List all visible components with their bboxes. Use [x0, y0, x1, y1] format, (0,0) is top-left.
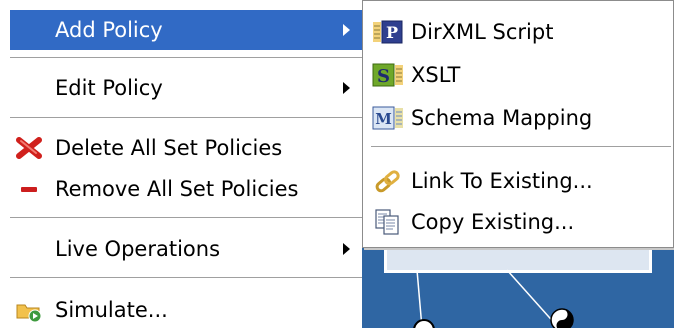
submenu-item-label: Schema Mapping	[411, 106, 593, 130]
menu-item-label: Delete All Set Policies	[55, 136, 283, 160]
svg-text:M: M	[375, 110, 392, 128]
submenu-item-xslt[interactable]: S XSLT	[363, 55, 673, 95]
schema-mapping-icon: M	[371, 104, 405, 132]
submenu-arrow-icon	[343, 24, 350, 36]
menu-item-edit-policy[interactable]: Edit Policy	[0, 68, 362, 108]
dirxml-script-icon: P	[371, 18, 405, 46]
menu-item-label: Remove All Set Policies	[55, 177, 299, 201]
submenu-item-link-to-existing[interactable]: Link To Existing...	[363, 161, 673, 201]
canvas-connectors	[413, 269, 574, 328]
add-policy-submenu: P DirXML Script S XSLT M Schema Mapping	[362, 0, 674, 248]
menu-item-label: Add Policy	[55, 18, 163, 42]
svg-text:P: P	[386, 23, 398, 42]
red-x-icon	[14, 135, 44, 161]
submenu-item-dirxml-script[interactable]: P DirXML Script	[363, 12, 673, 52]
submenu-item-label: XSLT	[411, 63, 461, 87]
submenu-item-schema-mapping[interactable]: M Schema Mapping	[363, 98, 673, 138]
menu-separator	[10, 277, 362, 279]
menu-item-delete-all-set-policies[interactable]: Delete All Set Policies	[0, 128, 362, 168]
submenu-item-label: Link To Existing...	[411, 169, 593, 193]
menu-item-add-policy[interactable]: Add Policy	[10, 10, 362, 50]
context-menu: Add Policy Edit Policy Delete All Set Po…	[0, 0, 362, 328]
menu-item-label: Live Operations	[55, 237, 221, 261]
simulate-icon	[14, 297, 44, 323]
menu-item-label: Edit Policy	[55, 76, 163, 100]
submenu-item-copy-existing[interactable]: Copy Existing...	[363, 202, 673, 242]
submenu-arrow-icon	[343, 82, 350, 94]
menu-separator	[10, 57, 362, 59]
submenu-item-label: DirXML Script	[411, 20, 554, 44]
xslt-icon: S	[371, 61, 405, 89]
menu-separator	[10, 217, 362, 219]
submenu-separator	[371, 146, 671, 148]
chain-link-icon	[371, 167, 405, 195]
red-minus-icon	[14, 176, 44, 202]
menu-item-live-operations[interactable]: Live Operations	[0, 229, 362, 269]
menu-separator	[10, 117, 362, 119]
copy-documents-icon	[371, 208, 405, 236]
svg-text:S: S	[377, 66, 390, 87]
submenu-arrow-icon	[343, 243, 350, 255]
menu-item-simulate[interactable]: Simulate...	[0, 290, 362, 330]
submenu-item-label: Copy Existing...	[411, 210, 575, 234]
menu-item-remove-all-set-policies[interactable]: Remove All Set Policies	[0, 169, 362, 209]
policy-canvas-background	[362, 248, 674, 328]
menu-item-label: Simulate...	[55, 298, 168, 322]
